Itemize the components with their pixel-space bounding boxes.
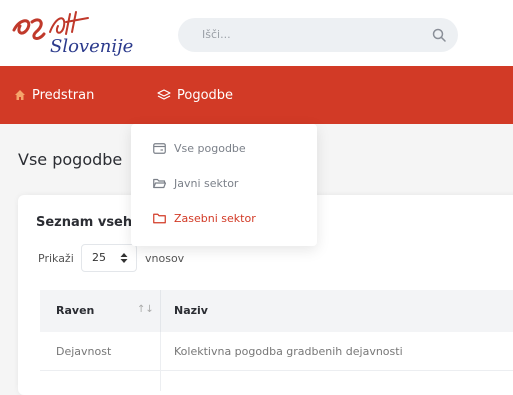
show-label: Prikaži: [38, 252, 74, 265]
nav-item-contracts[interactable]: Pogodbe: [157, 66, 233, 124]
dropdown-item-label: Javni sektor: [174, 176, 239, 190]
cell-divider: [160, 332, 161, 370]
table-row-partial: [40, 371, 513, 391]
nav-item-home[interactable]: Predstran: [14, 66, 94, 124]
logo-word: Slovenije: [50, 36, 133, 57]
entries-select-value: 25: [92, 251, 106, 264]
search-bar[interactable]: Išči...: [178, 18, 458, 52]
sort-icon[interactable]: ↑↓: [137, 304, 154, 315]
cell-naziv[interactable]: Kolektivna pogodba gradbenih dejavnosti: [174, 345, 403, 358]
folder-icon: [153, 213, 166, 223]
dropdown-item-public-sector[interactable]: Javni sektor: [153, 172, 238, 194]
cell-divider: [160, 371, 161, 391]
nav-contracts-label: Pogodbe: [177, 87, 234, 103]
dropdown-item-all-contracts[interactable]: Vse pogodbe: [153, 137, 246, 159]
table-header: Raven ↑↓ Naziv: [40, 290, 513, 332]
folder-open-icon: [153, 178, 166, 188]
updown-icon: [120, 253, 128, 263]
dropdown-item-label: Vse pogodbe: [174, 141, 246, 155]
page-title: Vse pogodbe: [18, 150, 123, 169]
search-icon[interactable]: [432, 28, 446, 42]
column-header-raven[interactable]: Raven: [56, 304, 94, 317]
entries-select[interactable]: 25: [81, 244, 137, 272]
contracts-dropdown: Vse pogodbe Javni sektor Zasebni sektor: [131, 124, 317, 246]
column-divider: [160, 290, 161, 332]
card-title: Seznam vseh: [36, 215, 133, 230]
header: Slovenije Išči...: [0, 0, 513, 66]
table-row[interactable]: Dejavnost Kolektivna pogodba gradbenih d…: [40, 332, 513, 371]
dropdown-item-label: Zasebni sektor: [174, 211, 256, 225]
home-icon: [15, 90, 25, 100]
card-icon: [153, 142, 166, 154]
logo-graphic: Slovenije: [12, 11, 133, 57]
main-navbar: Predstran Pogodbe: [0, 66, 513, 124]
layers-icon: [157, 89, 171, 100]
nav-home-label: Predstran: [32, 87, 95, 103]
search-input[interactable]: Išči...: [202, 18, 231, 52]
contracts-table: Raven ↑↓ Naziv Dejavnost Kolektivna pogo…: [40, 290, 513, 391]
column-header-naziv[interactable]: Naziv: [174, 304, 208, 317]
cell-raven: Dejavnost: [56, 345, 112, 358]
entries-label: vnosov: [145, 252, 185, 265]
site-logo[interactable]: Slovenije: [10, 8, 140, 58]
dropdown-item-private-sector[interactable]: Zasebni sektor: [153, 207, 256, 229]
